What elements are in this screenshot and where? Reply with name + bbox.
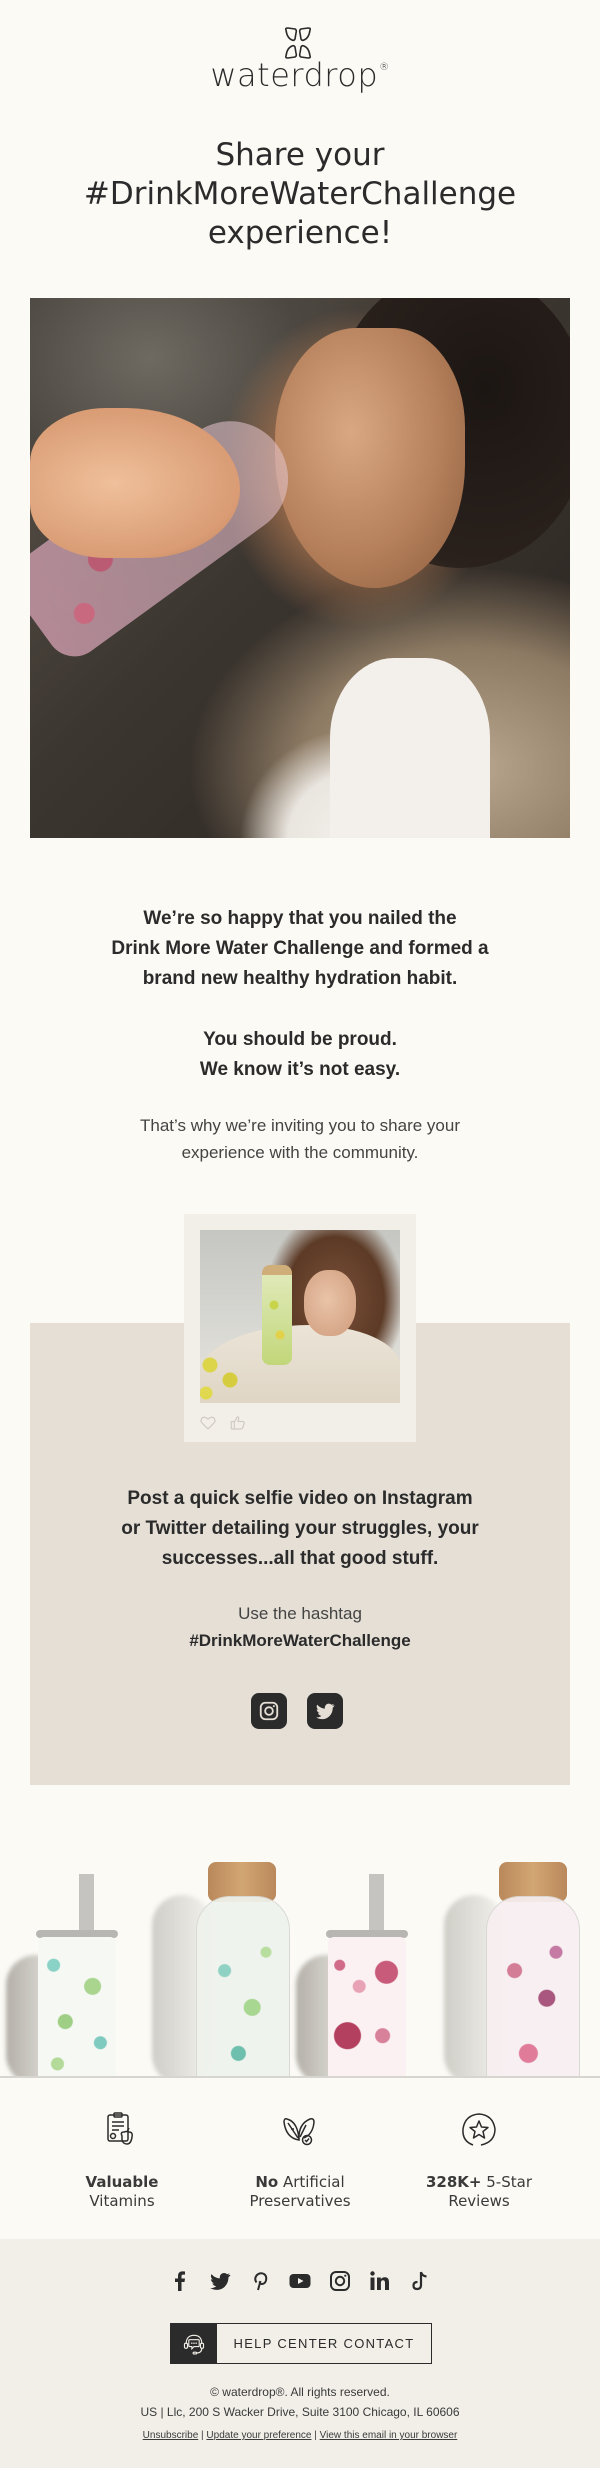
linkedin-icon xyxy=(370,2271,389,2290)
headline-line: #DrinkMoreWaterChallenge xyxy=(83,176,517,212)
hero-shirt-shape xyxy=(330,658,490,838)
headline-line: experience! xyxy=(207,215,393,251)
text-line: We know it’s not easy. xyxy=(199,1059,401,1080)
polaroid-card xyxy=(184,1214,416,1442)
link-separator: | xyxy=(311,2430,320,2441)
brand-wordmark[interactable]: waterdrop® xyxy=(0,56,600,94)
help-center-button[interactable]: HELP CENTER CONTACT xyxy=(170,2323,432,2364)
youtube-icon xyxy=(289,2274,311,2288)
hashtag: #DrinkMoreWaterChallenge xyxy=(189,1631,411,1650)
polaroid-actions xyxy=(199,1414,247,1432)
tiktok-icon xyxy=(412,2271,427,2291)
view-in-browser-link[interactable]: View this email in your browser xyxy=(320,2430,458,2441)
star-badge-icon xyxy=(462,2113,496,2146)
text-line: You should be proud. xyxy=(203,1029,397,1050)
hero-image[interactable] xyxy=(30,298,570,838)
feature-label: Valuable Vitamins xyxy=(85,2173,159,2210)
copyright: © waterdrop®. All rights reserved. xyxy=(210,2385,390,2399)
feature-vitamins: Valuable Vitamins xyxy=(32,2110,212,2211)
twitter-icon xyxy=(316,1703,335,1720)
footer: HELP CENTER CONTACT © waterdrop®. All ri… xyxy=(0,2239,600,2468)
products-image[interactable] xyxy=(0,1820,600,2078)
text-line: brand new healthy hydration habit. xyxy=(142,968,458,989)
pinterest-icon xyxy=(254,2272,268,2291)
thumbs-up-icon xyxy=(230,1416,245,1430)
instagram-icon xyxy=(330,2271,350,2291)
footer-links: Unsubscribe | Update your preference | V… xyxy=(0,2430,600,2441)
photo-face-shape xyxy=(304,1270,356,1336)
registered-mark: ® xyxy=(379,62,390,73)
instagram-icon xyxy=(259,1701,279,1721)
hero-face-shape xyxy=(275,328,465,588)
help-icon-box xyxy=(171,2324,217,2363)
brand-name: waterdrop xyxy=(210,56,379,94)
feature-no-preservatives: No Artificial Preservatives xyxy=(210,2110,390,2211)
linkedin-link[interactable] xyxy=(368,2269,392,2293)
polaroid-photo[interactable] xyxy=(200,1230,400,1403)
text-line: successes...all that good stuff. xyxy=(161,1548,439,1569)
twitter-icon xyxy=(210,2272,231,2290)
tiktok-link[interactable] xyxy=(408,2269,432,2293)
facebook-link[interactable] xyxy=(168,2269,192,2293)
pinterest-link[interactable] xyxy=(248,2269,272,2293)
text-line: experience with the community. xyxy=(181,1143,419,1162)
feature-label: 328K+ 5-Star Reviews xyxy=(425,2173,532,2210)
instagram-button[interactable] xyxy=(251,1693,287,1729)
feature-reviews: 328K+ 5-Star Reviews xyxy=(389,2110,569,2211)
proud-paragraph: You should be proud. We know it’s not ea… xyxy=(0,1025,600,1085)
cta-paragraph: Post a quick selfie video on Instagram o… xyxy=(0,1484,600,1574)
bottle-green-glass xyxy=(196,1896,290,2078)
unsubscribe-link[interactable]: Unsubscribe xyxy=(143,2430,199,2441)
text-line: Drink More Water Challenge and formed a xyxy=(111,938,489,959)
community-social-buttons xyxy=(251,1693,343,1729)
text-line: We’re so happy that you nailed the xyxy=(143,908,457,929)
invite-paragraph: That’s why we’re inviting you to share y… xyxy=(0,1112,600,1166)
instagram-link[interactable] xyxy=(328,2269,352,2293)
text-line: Post a quick selfie video on Instagram xyxy=(127,1488,473,1509)
photo-flowers-shape xyxy=(200,1355,250,1403)
features-row: Valuable Vitamins No Artificial Preservati… xyxy=(0,2080,600,2240)
page-title: Share your #DrinkMoreWaterChallenge expe… xyxy=(0,136,600,253)
leaves-check-icon xyxy=(283,2118,315,2146)
headline-line: Share your xyxy=(215,137,385,173)
help-center-label: HELP CENTER CONTACT xyxy=(233,2336,415,2351)
text-line: That’s why we’re inviting you to share y… xyxy=(139,1116,460,1135)
bottle-pink-sleeve xyxy=(328,1937,406,2078)
text-line: or Twitter detailing your struggles, you… xyxy=(121,1518,479,1539)
bottle-strap xyxy=(369,1874,384,1936)
footer-social-links xyxy=(0,2269,600,2293)
hashtag-block: Use the hashtag #DrinkMoreWaterChallenge xyxy=(0,1600,600,1654)
youtube-link[interactable] xyxy=(288,2269,312,2293)
bottle-strap xyxy=(79,1874,94,1936)
waterdrop-logo-icon[interactable] xyxy=(281,26,315,60)
photo-bottle-shape xyxy=(262,1265,292,1365)
hashtag-intro: Use the hashtag xyxy=(238,1604,362,1623)
bottle-pink-glass xyxy=(486,1896,580,2078)
intro-paragraph: We’re so happy that you nailed the Drink… xyxy=(0,904,600,994)
clipboard-apple-icon xyxy=(107,2112,133,2145)
heart-icon xyxy=(200,1416,216,1430)
bottle-green-sleeve xyxy=(38,1937,116,2078)
headset-chat-icon xyxy=(183,2334,205,2355)
email-page: waterdrop® Share your #DrinkMoreWaterCha… xyxy=(0,0,600,2468)
twitter-button[interactable] xyxy=(307,1693,343,1729)
address: US | Llc, 200 S Wacker Drive, Suite 3100… xyxy=(140,2405,460,2419)
twitter-link[interactable] xyxy=(208,2269,232,2293)
update-preference-link[interactable]: Update your preference xyxy=(206,2430,311,2441)
product-shelf-line xyxy=(0,2076,600,2078)
facebook-icon xyxy=(175,2271,185,2291)
feature-label: No Artificial Preservatives xyxy=(249,2173,351,2210)
